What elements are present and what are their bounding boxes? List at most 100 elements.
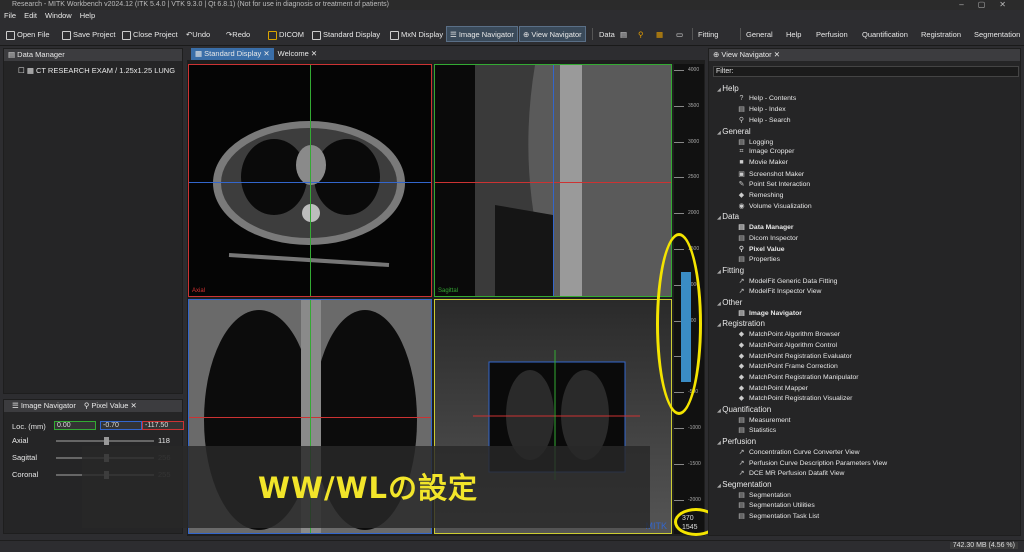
view-item[interactable]: ↗ Concentration Curve Converter View bbox=[738, 448, 860, 456]
view-item[interactable]: ◆ MatchPoint Registration Evaluator bbox=[738, 352, 852, 360]
view-item[interactable]: ▤ Help - Index bbox=[738, 105, 785, 113]
group-segmentation[interactable]: Segmentation bbox=[717, 480, 771, 489]
quantification-menu[interactable]: Quantification bbox=[858, 26, 912, 42]
view-item[interactable]: ⚲ Pixel Value bbox=[738, 245, 785, 253]
axial-slider[interactable] bbox=[56, 437, 154, 445]
menu-help[interactable]: Help bbox=[76, 11, 99, 20]
group-help[interactable]: Help bbox=[717, 84, 738, 93]
view-item[interactable]: ⌗ Image Cropper bbox=[738, 148, 795, 156]
properties-icon[interactable]: ▭ bbox=[672, 26, 687, 42]
view-item[interactable]: ◆ MatchPoint Frame Correction bbox=[738, 362, 838, 370]
open-file-button[interactable]: Open File bbox=[2, 26, 54, 42]
folder-icon bbox=[6, 30, 15, 40]
view-item[interactable]: ▣ Screenshot Maker bbox=[738, 170, 804, 178]
close-project-icon bbox=[122, 30, 131, 40]
view-item[interactable]: ▤ Measurement bbox=[738, 416, 790, 424]
view-item[interactable]: ◆ MatchPoint Algorithm Browser bbox=[738, 330, 840, 338]
mxn-display-button[interactable]: MxN Display bbox=[386, 26, 447, 42]
view-icon: ⚲ bbox=[738, 245, 745, 253]
tab-pixel-value[interactable]: ⚲ Pixel Value ✕ bbox=[80, 400, 141, 412]
view-item[interactable]: ▤ Statistics bbox=[738, 426, 776, 434]
view-item-label: Properties bbox=[749, 256, 780, 264]
level-tick bbox=[674, 499, 684, 501]
view-item[interactable]: ▤ Dicom Inspector bbox=[738, 234, 798, 242]
save-project-button[interactable]: Save Project bbox=[58, 26, 120, 42]
axial-view[interactable]: Axial bbox=[188, 64, 432, 297]
view-item[interactable]: ▤ Data Manager bbox=[738, 223, 793, 231]
view-item[interactable]: ◉ Volume Visualization bbox=[738, 202, 811, 210]
tab-image-navigator[interactable]: ☰ Image Navigator bbox=[8, 400, 80, 412]
group-fitting[interactable]: Fitting bbox=[717, 266, 744, 275]
view-item[interactable]: ▤ Segmentation Utilities bbox=[738, 501, 815, 509]
view-navigator-button[interactable]: ⊕ View Navigator bbox=[519, 26, 586, 42]
menu-file[interactable]: File bbox=[0, 11, 20, 20]
menu-window[interactable]: Window bbox=[41, 11, 76, 20]
view-item[interactable]: ▤ Logging bbox=[738, 138, 773, 146]
view-icon: ▤ bbox=[738, 256, 745, 264]
tab-welcome[interactable]: Welcome ✕ bbox=[274, 48, 322, 60]
sagittal-view[interactable]: Sagittal bbox=[434, 64, 672, 297]
group-other[interactable]: Other bbox=[717, 298, 742, 307]
view-item-label: Statistics bbox=[749, 427, 777, 435]
registration-menu[interactable]: Registration bbox=[917, 26, 965, 42]
view-item[interactable]: ⚲ Help - Search bbox=[738, 116, 791, 124]
view-item[interactable]: ↗ DCE MR Perfusion Datafit View bbox=[738, 469, 845, 478]
view-item[interactable]: ◆ MatchPoint Mapper bbox=[738, 384, 808, 392]
view-item[interactable]: ▤ Properties bbox=[738, 255, 780, 263]
view-item[interactable]: ▤ Segmentation bbox=[738, 491, 791, 499]
window-controls[interactable]: –▢✕ bbox=[959, 0, 1020, 9]
view-item[interactable]: ■ Movie Maker bbox=[738, 159, 788, 166]
dicom-button[interactable]: DICOM bbox=[264, 26, 308, 42]
view-item[interactable]: ▤ Segmentation Task List bbox=[738, 512, 819, 520]
filter-input[interactable]: Filter: bbox=[713, 66, 1019, 77]
view-item-label: DCE MR Perfusion Datafit View bbox=[749, 470, 845, 478]
view-item[interactable]: ↗ ModelFit Inspector View bbox=[738, 287, 822, 295]
menu-edit[interactable]: Edit bbox=[20, 11, 41, 20]
standard-display-button[interactable]: Standard Display bbox=[308, 26, 384, 42]
view-icon: ▤ bbox=[738, 138, 745, 146]
perfusion-menu[interactable]: Perfusion bbox=[812, 26, 852, 42]
close-project-button[interactable]: Close Project bbox=[118, 26, 182, 42]
level-tick-label: -1500 bbox=[688, 460, 701, 467]
help-menu[interactable]: Help bbox=[782, 26, 805, 42]
view-item[interactable]: ✎ Point Set Interaction bbox=[738, 180, 811, 188]
level-tick-label: -1000 bbox=[688, 425, 701, 431]
general-menu[interactable]: General bbox=[742, 26, 777, 42]
data-manager-panel: ▤ Data Manager ☐ ▦ CT RESEARCH EXAM / 1.… bbox=[3, 48, 183, 394]
data-node-ct[interactable]: ☐ ▦ CT RESEARCH EXAM / 1.25x1.25 LUNG bbox=[18, 66, 175, 75]
level-tick-label: 3500 bbox=[688, 102, 700, 109]
axial-value[interactable]: 118 bbox=[158, 436, 170, 445]
group-perfusion[interactable]: Perfusion bbox=[717, 437, 756, 446]
level-tick-label: 3000 bbox=[688, 138, 700, 145]
image-navigator-button[interactable]: ☰ Image Navigator bbox=[446, 26, 518, 42]
datamanager-icon[interactable]: ▤ bbox=[616, 26, 631, 42]
view-icon: ◆ bbox=[738, 192, 745, 199]
view-item-label: Image Cropper bbox=[749, 148, 795, 156]
level-tick bbox=[674, 105, 684, 107]
view-item[interactable]: ◆ MatchPoint Algorithm Control bbox=[738, 341, 837, 349]
view-item[interactable]: ◆ Remeshing bbox=[738, 191, 784, 199]
pixel-value-icon[interactable]: ⚲ bbox=[634, 26, 648, 42]
segmentation-menu[interactable]: Segmentation bbox=[970, 26, 1024, 42]
group-general[interactable]: General bbox=[717, 127, 750, 136]
view-icon: ◆ bbox=[738, 341, 745, 349]
group-quantification[interactable]: Quantification bbox=[717, 405, 771, 414]
loc-z-field[interactable]: -117.50 bbox=[142, 421, 184, 430]
view-item[interactable]: ↗ Perfusion Curve Description Parameters … bbox=[738, 459, 888, 467]
group-registration[interactable]: Registration bbox=[717, 319, 765, 328]
checkbox-icon[interactable]: ☐ bbox=[18, 66, 27, 75]
tab-standard-display[interactable]: ▦ Standard Display ✕ bbox=[191, 48, 274, 60]
view-item[interactable]: ? Help - Contents bbox=[738, 95, 797, 102]
dicom-inspector-icon[interactable]: ▦ bbox=[652, 26, 667, 42]
redo-button[interactable]: ↷Redo bbox=[222, 26, 254, 42]
fitting-menu[interactable]: Fitting bbox=[694, 26, 722, 42]
view-item[interactable]: ◆ MatchPoint Registration Manipulator bbox=[738, 373, 859, 381]
group-data[interactable]: Data bbox=[717, 212, 739, 221]
view-item[interactable]: ◆ MatchPoint Registration Visualizer bbox=[738, 394, 853, 402]
loc-x-field[interactable]: 0.00 bbox=[54, 421, 96, 430]
loc-y-field[interactable]: -0.70 bbox=[100, 421, 142, 430]
undo-button[interactable]: ↶Undo bbox=[182, 26, 214, 42]
data-manager-header: ▤ Data Manager bbox=[4, 49, 182, 61]
view-item[interactable]: ↗ ModelFit Generic Data Fitting bbox=[738, 277, 838, 285]
view-item[interactable]: ▤ Image Navigator bbox=[738, 309, 802, 317]
